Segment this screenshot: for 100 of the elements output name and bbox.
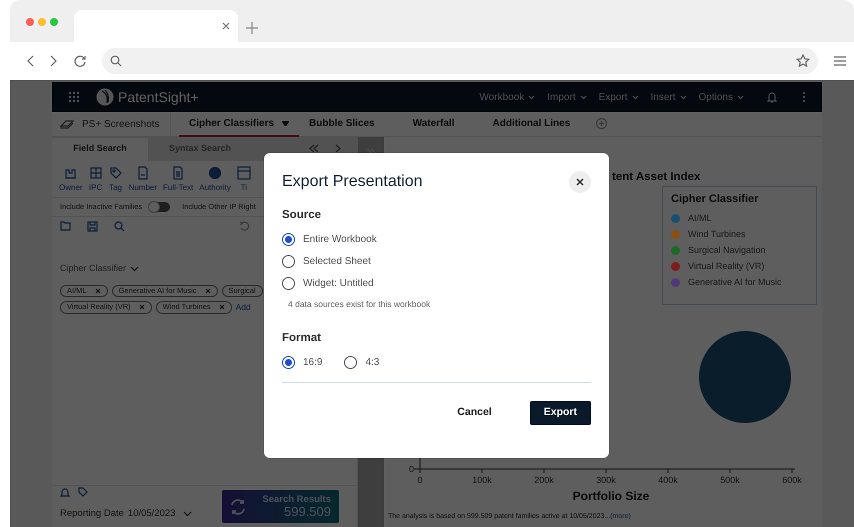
remove-icon[interactable] (204, 288, 211, 294)
field-type-button[interactable]: Ti (234, 166, 254, 193)
eraser-icon (60, 119, 74, 129)
field-type-button[interactable]: Owner (56, 166, 86, 193)
radio-label: Widget: Untitled (303, 276, 374, 291)
grid-icon (88, 166, 103, 180)
more-icon[interactable] (802, 90, 806, 103)
star-icon[interactable] (796, 54, 810, 68)
field-type-button[interactable]: Full-Text (160, 166, 196, 193)
legend-label: Wind Turbines (688, 228, 746, 241)
remove-icon[interactable] (218, 304, 225, 310)
legend-title: Cipher Classifier (671, 192, 760, 208)
maximize-window-button[interactable] (50, 18, 58, 26)
reporting-date-label: Reporting Date (60, 506, 124, 521)
bell-icon[interactable] (60, 487, 70, 498)
close-icon (576, 178, 584, 186)
y-tick-label: 0 (408, 464, 414, 474)
x-tick-label: 400k (658, 475, 678, 486)
radio-label: Selected Sheet (303, 254, 371, 269)
search-results-button[interactable]: Search Results 599.509 (222, 490, 339, 523)
menu-item[interactable]: Insert (644, 90, 693, 104)
filter-label: Cipher Classifier (60, 262, 126, 276)
toggle-switch[interactable] (150, 202, 170, 212)
save-icon[interactable] (87, 220, 98, 232)
tag-icon (108, 166, 123, 180)
apps-grid-icon[interactable] (68, 90, 80, 103)
caret-icon (680, 94, 687, 100)
chevron-down-icon[interactable] (183, 510, 192, 517)
chart-title: tent Asset Index (612, 170, 702, 185)
brand-name: PatentSight+ (118, 88, 199, 107)
sheet-tab[interactable]: Waterfall (402, 112, 464, 136)
undo-icon[interactable] (239, 220, 249, 231)
search-tab[interactable]: Field Search (52, 138, 148, 160)
back-icon[interactable] (26, 55, 34, 67)
add-link[interactable]: Add (236, 301, 251, 314)
caret-icon (580, 94, 587, 100)
remove-icon[interactable] (138, 304, 145, 310)
x-tick-label: 0 (418, 475, 422, 486)
legend-label: Generative AI for Music (688, 276, 782, 289)
radio-label: Entire Workbook (303, 232, 377, 247)
document-icon (136, 166, 150, 180)
close-window-button[interactable] (26, 18, 34, 26)
x-tick-label: 300k (596, 475, 616, 486)
document-icon (171, 166, 186, 180)
x-tick-label: 600k (782, 475, 802, 486)
caret-icon (737, 94, 744, 100)
legend-label: Virtual Reality (VR) (688, 260, 764, 273)
search-icon[interactable] (114, 220, 125, 232)
export-button[interactable]: Export (530, 401, 591, 426)
search-icon (110, 55, 122, 67)
calendar-icon (236, 166, 251, 180)
section-label: Source (282, 208, 322, 223)
x-tick-label: 200k (534, 475, 554, 486)
x-axis-label: Portfolio Size (572, 489, 650, 504)
x-tick-label: 100k (472, 475, 492, 486)
field-type-button[interactable]: Number (126, 166, 160, 193)
radio-button[interactable] (344, 356, 358, 369)
radio-button[interactable] (282, 254, 295, 268)
radio-button[interactable] (282, 232, 295, 246)
workbook-name: PS+ Screenshots (82, 118, 160, 132)
menu-icon[interactable] (834, 55, 846, 67)
close-button[interactable] (569, 171, 591, 193)
radio-label: 16:9 (303, 356, 322, 370)
caret-icon (528, 94, 536, 100)
field-type-button[interactable]: Tag (106, 166, 126, 193)
menu-item[interactable]: Options (692, 90, 750, 104)
folder-icon[interactable] (60, 221, 71, 231)
dialog-title: Export Presentation (282, 172, 423, 192)
caret-icon (282, 120, 290, 126)
bubble[interactable] (699, 331, 791, 424)
add-sheet-icon[interactable] (596, 118, 608, 130)
tag-icon[interactable] (78, 487, 88, 497)
reload-icon[interactable] (74, 55, 86, 67)
field-type-button[interactable]: IPC (86, 166, 106, 193)
forward-icon[interactable] (50, 55, 58, 67)
cancel-button[interactable]: Cancel (443, 401, 506, 426)
sheet-tab[interactable]: Bubble Slices (299, 112, 385, 136)
sheet-tab[interactable]: Additional Lines (482, 112, 580, 136)
new-tab-icon[interactable] (246, 22, 258, 34)
menu-item[interactable]: Workbook (473, 90, 542, 104)
legend-label: AI/ML (688, 212, 712, 225)
x-tick-label: 500k (720, 475, 740, 486)
caret-icon (632, 94, 639, 100)
radio-button[interactable] (282, 356, 295, 369)
legend-label: Surgical Navigation (688, 244, 766, 257)
close-icon[interactable] (222, 22, 230, 30)
section-label: Format (282, 331, 322, 346)
chevron-down-icon[interactable] (130, 266, 140, 272)
refresh-icon (230, 498, 246, 514)
menu-item[interactable]: Import (541, 90, 593, 104)
dialog-note: 4 data sources exist for this workbook (288, 298, 432, 311)
chevron-right-icon[interactable] (335, 144, 341, 154)
double-chevron-left-icon[interactable] (309, 144, 319, 154)
remove-icon[interactable] (94, 288, 101, 294)
field-type-button[interactable]: Authority (196, 166, 234, 193)
radio-button[interactable] (282, 276, 295, 290)
logo-icon (96, 88, 114, 106)
menu-item[interactable]: Export (592, 90, 645, 104)
reporting-date-value[interactable]: 10/05/2023 (128, 506, 176, 522)
radio-label: 4:3 (365, 356, 380, 370)
